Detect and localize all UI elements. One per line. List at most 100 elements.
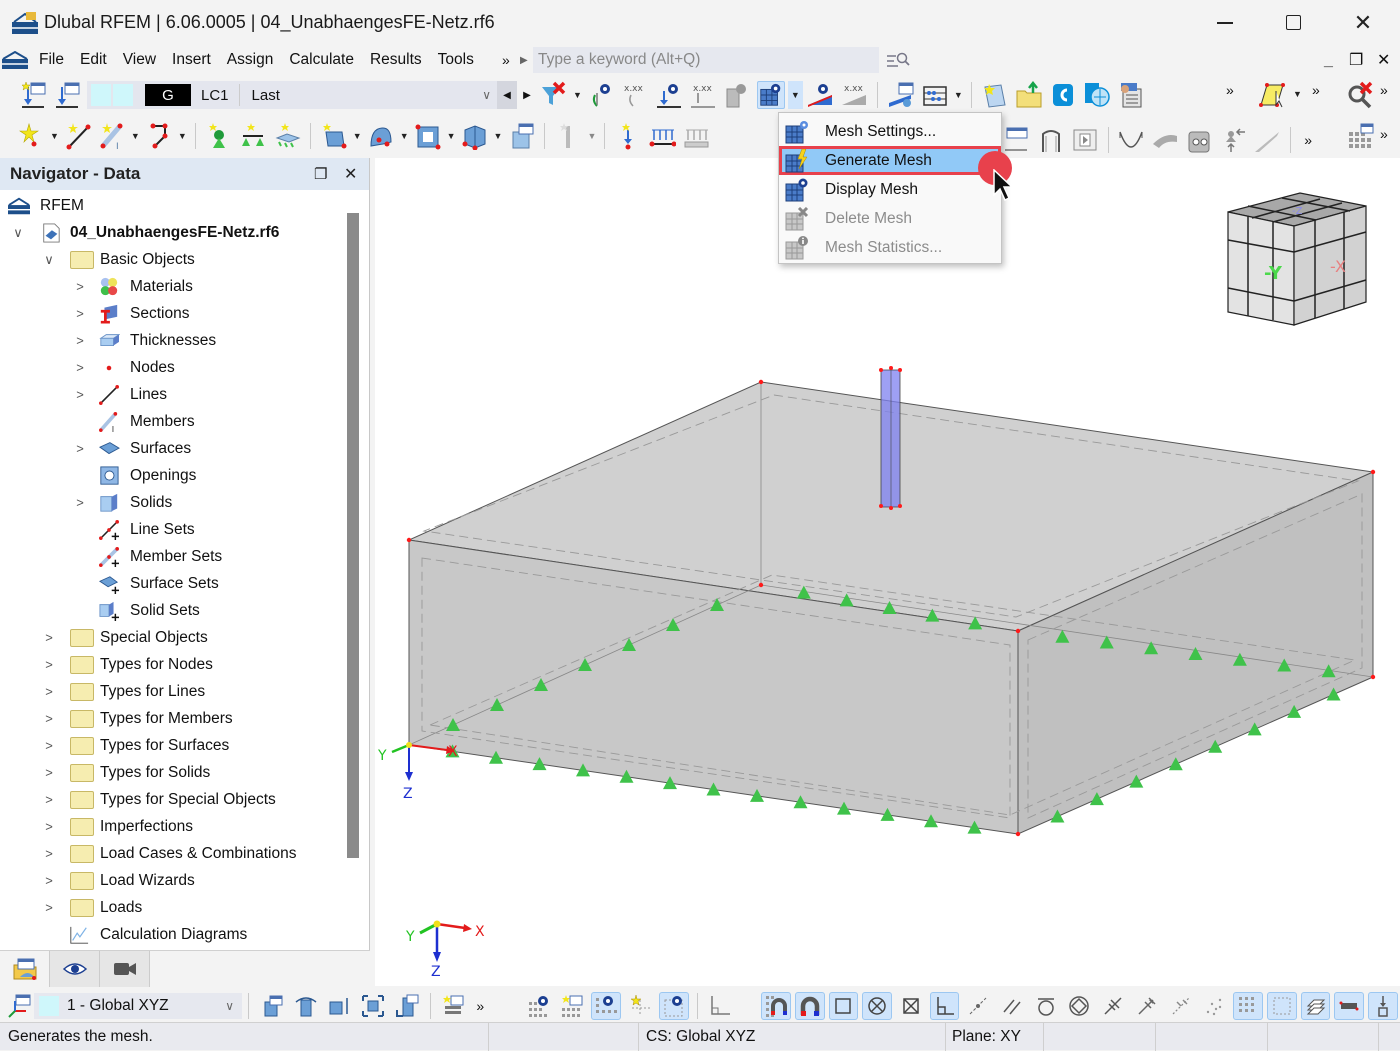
menu-item-mesh-settings[interactable]: Mesh Settings... (779, 117, 1001, 146)
toolbar1-overflow2-button[interactable]: » (1312, 82, 1320, 98)
chevron-right-icon[interactable]: > (74, 279, 86, 294)
new-nodal-load-button[interactable] (614, 122, 642, 150)
clear-selection-button[interactable] (1346, 81, 1374, 109)
model-canvas[interactable]: X Y Z X Y Z -Y (375, 158, 1400, 986)
new-surface-dropdown-arrow[interactable]: ▼ (353, 131, 362, 141)
chevron-right-icon[interactable]: > (43, 738, 55, 753)
search-options-icon[interactable] (886, 51, 910, 69)
new-member-button[interactable]: I (98, 122, 126, 150)
new-line-support-button[interactable] (239, 122, 267, 150)
tree-item-openings[interactable]: Openings (0, 462, 345, 489)
tree-item-solids[interactable]: >Solids (0, 489, 345, 516)
menu-item-delete-mesh[interactable]: Delete Mesh (779, 204, 1001, 233)
column-member[interactable] (879, 366, 902, 510)
snap-perpendicular-button[interactable] (930, 992, 960, 1020)
doc-restore-button[interactable]: ❐ (1349, 50, 1363, 70)
abacus-button[interactable] (921, 81, 949, 109)
snap-parallel-button[interactable] (997, 992, 1027, 1020)
tree-item-load-cases-combinations[interactable]: >Load Cases & Combinations (0, 840, 345, 867)
bottom-overflow-button[interactable]: » (476, 998, 484, 1014)
open-folder-button[interactable] (1015, 81, 1043, 109)
new-line-button[interactable] (64, 122, 92, 150)
tab-data[interactable] (0, 951, 50, 987)
snap-objects-button[interactable] (795, 992, 825, 1020)
close-button[interactable]: ✕ (1328, 0, 1398, 45)
result-values-button[interactable]: x.xx (840, 81, 868, 109)
load-wizard-button[interactable] (19, 81, 47, 109)
tree-item-calculation-diagrams[interactable]: Calculation Diagrams (0, 921, 345, 948)
new-solid-dropdown-arrow[interactable]: ▼ (494, 131, 503, 141)
member-load-values-button[interactable]: x.xx (689, 81, 717, 109)
render-options-button[interactable] (439, 992, 469, 1020)
model-info-button[interactable] (1117, 81, 1145, 109)
toolbar2-overflow2-button[interactable]: » (1380, 126, 1388, 142)
grid-lines-button[interactable] (1267, 992, 1297, 1020)
tree-item-rfem[interactable]: RFEM (0, 192, 345, 219)
load-values-button[interactable]: x.xx (621, 81, 649, 109)
doc-close-button[interactable]: ✕ (1377, 50, 1390, 70)
web-service-button[interactable] (1083, 81, 1111, 109)
new-member-load-button[interactable] (648, 122, 676, 150)
grid-points-button[interactable] (1233, 992, 1263, 1020)
chevron-right-icon[interactable]: > (43, 765, 55, 780)
tree-item-member-sets[interactable]: Member Sets (0, 543, 345, 570)
curved-surface-dropdown-arrow[interactable]: ▼ (400, 131, 409, 141)
tree-item-types-for-special-objects[interactable]: >Types for Special Objects (0, 786, 345, 813)
new-surface-support-button[interactable] (273, 122, 301, 150)
snap-tangent-button[interactable] (1031, 992, 1061, 1020)
chevron-right-icon[interactable]: > (43, 657, 55, 672)
menu-item-generate-mesh[interactable]: Generate Mesh (779, 146, 1001, 175)
tree-item-sections[interactable]: >Sections (0, 300, 345, 327)
tree-item-types-for-nodes[interactable]: >Types for Nodes (0, 651, 345, 678)
toolbar1-overflow-button[interactable]: » (1226, 82, 1234, 98)
snap-intersection-button[interactable] (896, 992, 926, 1020)
select-dropdown-arrow[interactable]: ▼ (1293, 89, 1302, 99)
new-polyline-button[interactable] (145, 122, 173, 150)
chevron-down-icon[interactable]: ∨ (12, 225, 24, 241)
tree-item-surfaces[interactable]: >Surfaces (0, 435, 345, 462)
tree-item-imperfections[interactable]: >Imperfections (0, 813, 345, 840)
support-reactions-button[interactable] (1219, 126, 1247, 154)
new-opening-dropdown-arrow[interactable]: ▼ (447, 131, 456, 141)
connect-button[interactable] (1049, 81, 1077, 109)
workplane-button[interactable] (705, 992, 735, 1020)
minimize-button[interactable] (1190, 0, 1260, 45)
tree-item-model-file[interactable]: ∨ 04_UnabhaengesFE-Netz.rf6 (0, 219, 345, 246)
snap-new-button[interactable] (625, 992, 655, 1020)
deformation-shape-button[interactable] (1117, 126, 1145, 154)
tree-item-thicknesses[interactable]: >Thicknesses (0, 327, 345, 354)
tab-views[interactable] (100, 951, 150, 987)
new-polyline-dropdown-arrow[interactable]: ▼ (178, 131, 187, 141)
zoom-window-button[interactable] (358, 992, 388, 1020)
animation-button[interactable] (1071, 126, 1099, 154)
chevron-right-icon[interactable]: > (43, 684, 55, 699)
grid-new-button[interactable] (558, 992, 588, 1020)
grid-display-button[interactable] (591, 992, 621, 1020)
tree-item-surface-sets[interactable]: Surface Sets (0, 570, 345, 597)
chevron-right-icon[interactable]: > (74, 387, 86, 402)
show-loads-button[interactable] (587, 81, 615, 109)
new-member-dropdown-arrow[interactable]: ▼ (131, 131, 140, 141)
new-cs-button[interactable] (257, 992, 287, 1020)
frame-view-button[interactable] (1037, 126, 1065, 154)
line-results-button[interactable] (1253, 126, 1281, 154)
chevron-right-icon[interactable]: > (43, 792, 55, 807)
chevron-down-icon[interactable]: ∨ (43, 252, 55, 268)
previous-load-case-button[interactable]: ◀ (497, 81, 517, 109)
chevron-right-icon[interactable]: > (43, 819, 55, 834)
snap-distance-button[interactable] (1166, 992, 1196, 1020)
menu-view[interactable]: View (115, 51, 164, 69)
chevron-right-icon[interactable]: > (43, 846, 55, 861)
snap-midpoint-button[interactable] (963, 992, 993, 1020)
tree-item-lines[interactable]: >Lines (0, 381, 345, 408)
chevron-right-icon[interactable]: > (43, 900, 55, 915)
filter-dropdown-arrow[interactable]: ▼ (573, 90, 582, 100)
chevron-right-icon[interactable]: > (74, 306, 86, 321)
tree-item-types-for-members[interactable]: >Types for Members (0, 705, 345, 732)
tree-item-types-for-solids[interactable]: >Types for Solids (0, 759, 345, 786)
filter-button[interactable] (540, 81, 568, 109)
tree-item-types-for-lines[interactable]: >Types for Lines (0, 678, 345, 705)
report-button[interactable] (981, 81, 1009, 109)
navigator-close-button[interactable]: ✕ (344, 164, 357, 184)
snap-quadrant-button[interactable] (1065, 992, 1095, 1020)
